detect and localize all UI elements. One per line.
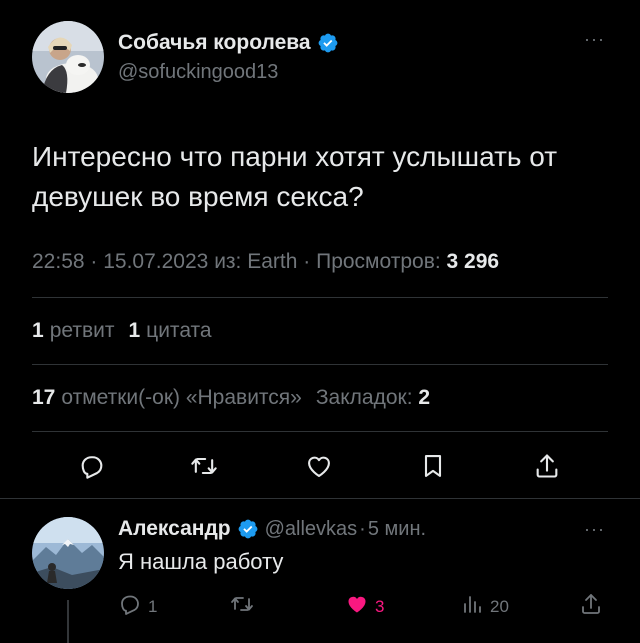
reply-icon[interactable] (74, 448, 110, 484)
views-label: Просмотров: (316, 250, 441, 273)
divider (32, 297, 608, 298)
bookmarks-count: 2 (418, 386, 431, 409)
reply-icon (118, 592, 142, 621)
tweet-action-bar (0, 448, 640, 488)
bookmark-icon[interactable] (415, 448, 451, 484)
retweet-icon[interactable] (186, 448, 222, 484)
author-handle[interactable]: @sofuckingood13 (118, 61, 278, 84)
reply-time[interactable]: 5 мин. (368, 518, 426, 541)
retweets-count: 1 (32, 319, 44, 342)
author-avatar[interactable] (32, 21, 104, 93)
more-icon[interactable]: ··· (584, 30, 605, 48)
retweet-icon (230, 592, 254, 621)
bookmarks-label: Закладок: (315, 386, 413, 409)
reply-view-count: 20 (490, 596, 509, 616)
retweets-label: ретвит (49, 319, 115, 342)
reply-like-button[interactable]: 3 (345, 592, 384, 621)
thread-line (67, 600, 69, 643)
tweet-time[interactable]: 22:58 (32, 250, 85, 273)
likes-stat[interactable]: 17 отметки(-ок) «Нравится» (32, 386, 302, 410)
reply-author-avatar[interactable] (32, 517, 104, 589)
reply-author-handle[interactable]: @allevkas (265, 518, 358, 541)
quotes-stat[interactable]: 1 цитата (128, 319, 211, 343)
reply-like-count: 3 (375, 596, 385, 616)
verified-badge-icon (237, 518, 259, 540)
reply-share-button[interactable] (579, 592, 603, 621)
likes-count: 17 (32, 386, 56, 409)
divider (32, 431, 608, 432)
reply-views-button[interactable]: 20 (460, 592, 509, 621)
views-icon (460, 592, 484, 621)
views-count: 3 296 (446, 250, 500, 273)
divider (0, 498, 640, 499)
tweet-text: Интересно что парни хотят услышать от де… (32, 141, 558, 212)
reply-retweet-button[interactable] (230, 592, 254, 621)
share-icon (579, 592, 603, 621)
reply-header: Александр @allevkas · 5 мин. (118, 517, 427, 541)
share-icon[interactable] (529, 448, 565, 484)
heart-icon[interactable] (301, 448, 337, 484)
heart-icon (345, 592, 369, 621)
tweet-source: Earth (247, 250, 298, 273)
tweet-meta: 22:58 · 15.07.2023 из: Earth · Просмотро… (32, 250, 500, 273)
divider (32, 364, 608, 365)
verified-badge-icon (317, 32, 339, 54)
likes-bookmarks-stats: 17 отметки(-ок) «Нравится» Закладок: 2 (32, 386, 436, 410)
source-prefix: из: (214, 250, 242, 273)
more-icon[interactable]: ··· (584, 520, 605, 538)
bookmarks-stat[interactable]: Закладок: 2 (316, 386, 436, 410)
reply-reply-button[interactable]: 1 (118, 592, 157, 621)
likes-label: отметки(-ок) «Нравится» (61, 386, 302, 409)
quotes-label: цитата (146, 319, 212, 342)
author-name-row: Собачья королева (118, 31, 339, 55)
retweets-stat[interactable]: 1 ретвит (32, 319, 114, 343)
reply-text: Я нашла работу (118, 549, 284, 574)
reply-reply-count: 1 (148, 596, 158, 616)
quotes-count: 1 (128, 319, 141, 342)
author-name[interactable]: Собачья королева (118, 31, 311, 55)
retweet-quote-stats: 1 ретвит 1 цитата (32, 319, 212, 343)
reply-author-name[interactable]: Александр (118, 517, 231, 541)
tweet-date[interactable]: 15.07.2023 (103, 250, 208, 273)
author-handle-row: @sofuckingood13 (118, 61, 278, 84)
